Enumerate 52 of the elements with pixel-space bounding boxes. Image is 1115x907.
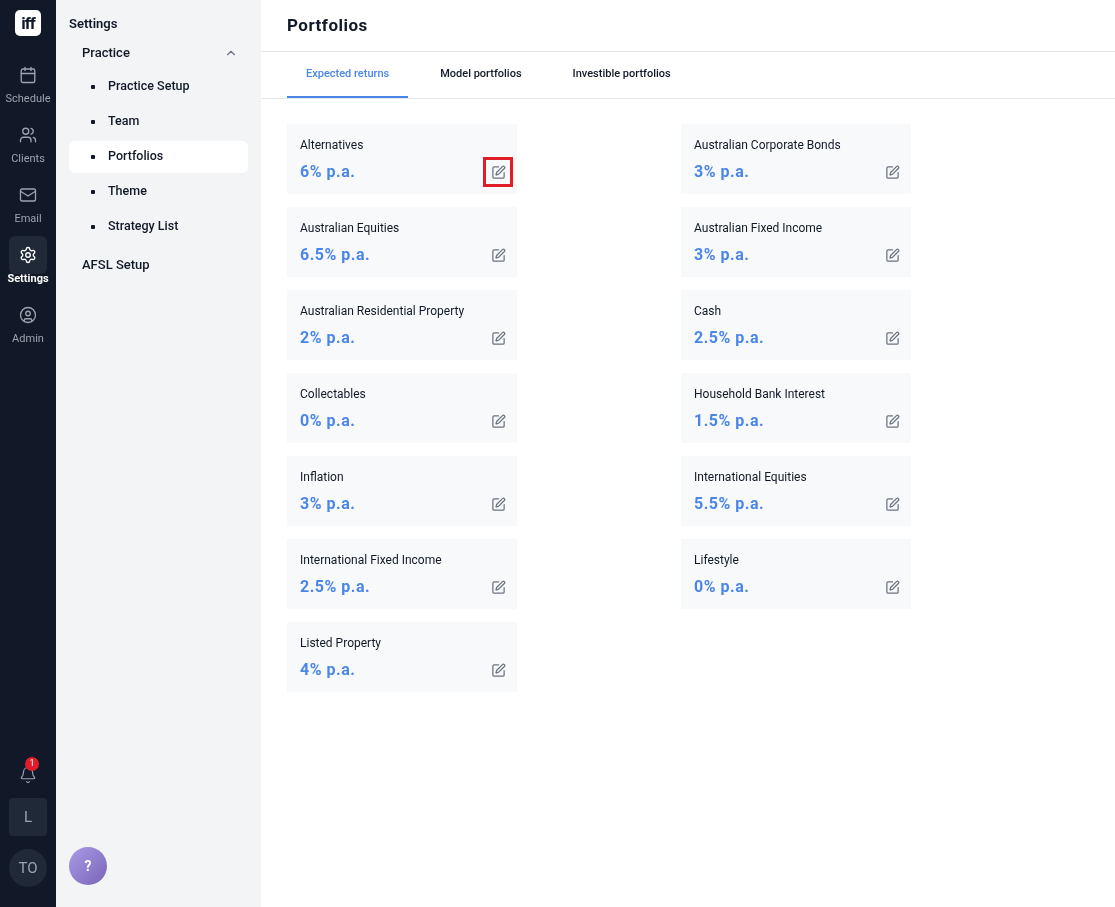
workspace-button[interactable]: L [9,798,47,836]
return-value: 3% p.a. [300,493,356,515]
asset-class-name: Inflation [300,470,345,484]
edit-icon[interactable] [483,157,513,187]
rail-label[interactable]: Schedule [5,92,51,106]
rail-label[interactable]: Admin [12,332,44,346]
asset-class-name: Cash [694,304,723,318]
nav-item[interactable]: Strategy List [69,210,248,243]
return-value: 0% p.a. [694,576,750,598]
notification-bell-icon[interactable] [19,766,37,784]
return-value: 2.5% p.a. [694,327,765,349]
return-value: 6% p.a. [300,161,356,183]
asset-class-name: Collectables [300,387,367,401]
asset-class-name: Listed Property [300,636,383,650]
asset-class-name: International Fixed Income [300,553,443,567]
return-value: 2% p.a. [300,327,356,349]
rail-label[interactable]: Clients [11,152,45,166]
settings-icon[interactable] [9,236,47,274]
nav-item[interactable]: Portfolios [69,140,248,173]
return-value: 0% p.a. [300,410,356,432]
tab[interactable]: Expected returns [287,52,409,98]
notification-badge: 1 [25,757,39,771]
nav-group[interactable]: Practice [69,35,248,71]
nav-item[interactable]: Practice Setup [69,70,248,103]
asset-class-name: Lifestyle [694,553,740,567]
asset-class-name: Australian Fixed Income [694,221,824,235]
asset-class-name: Australian Equities [300,221,401,235]
return-value: 6.5% p.a. [300,244,371,266]
rail-label[interactable]: Settings [7,272,49,286]
return-value: 4% p.a. [300,659,356,681]
asset-class-name: International Equities [694,470,808,484]
return-value: 1.5% p.a. [694,410,765,432]
return-value: 3% p.a. [694,161,750,183]
tab[interactable]: Model portfolios [408,52,554,98]
asset-class-name: Australian Corporate Bonds [694,138,842,152]
return-value: 3% p.a. [694,244,750,266]
nav-group-label[interactable]: Practice [82,43,130,63]
return-value: 2.5% p.a. [300,576,371,598]
return-value: 5.5% p.a. [694,493,765,515]
tab[interactable]: Investible portfolios [553,52,690,98]
asset-class-name: Alternatives [300,138,365,152]
user-avatar[interactable]: TO [9,849,47,887]
panel-title: Settings [69,15,119,33]
page-title: Portfolios [287,13,368,37]
nav-group[interactable]: AFSL Setup [69,247,248,283]
logo[interactable]: iff [15,10,41,36]
nav-item[interactable]: Theme [69,175,248,208]
asset-class-name: Australian Residential Property [300,304,466,318]
nav-item[interactable]: Team [69,105,248,138]
nav-group-label[interactable]: AFSL Setup [82,255,150,275]
rail-label[interactable]: Email [14,212,42,226]
asset-class-name: Household Bank Interest [694,387,826,401]
